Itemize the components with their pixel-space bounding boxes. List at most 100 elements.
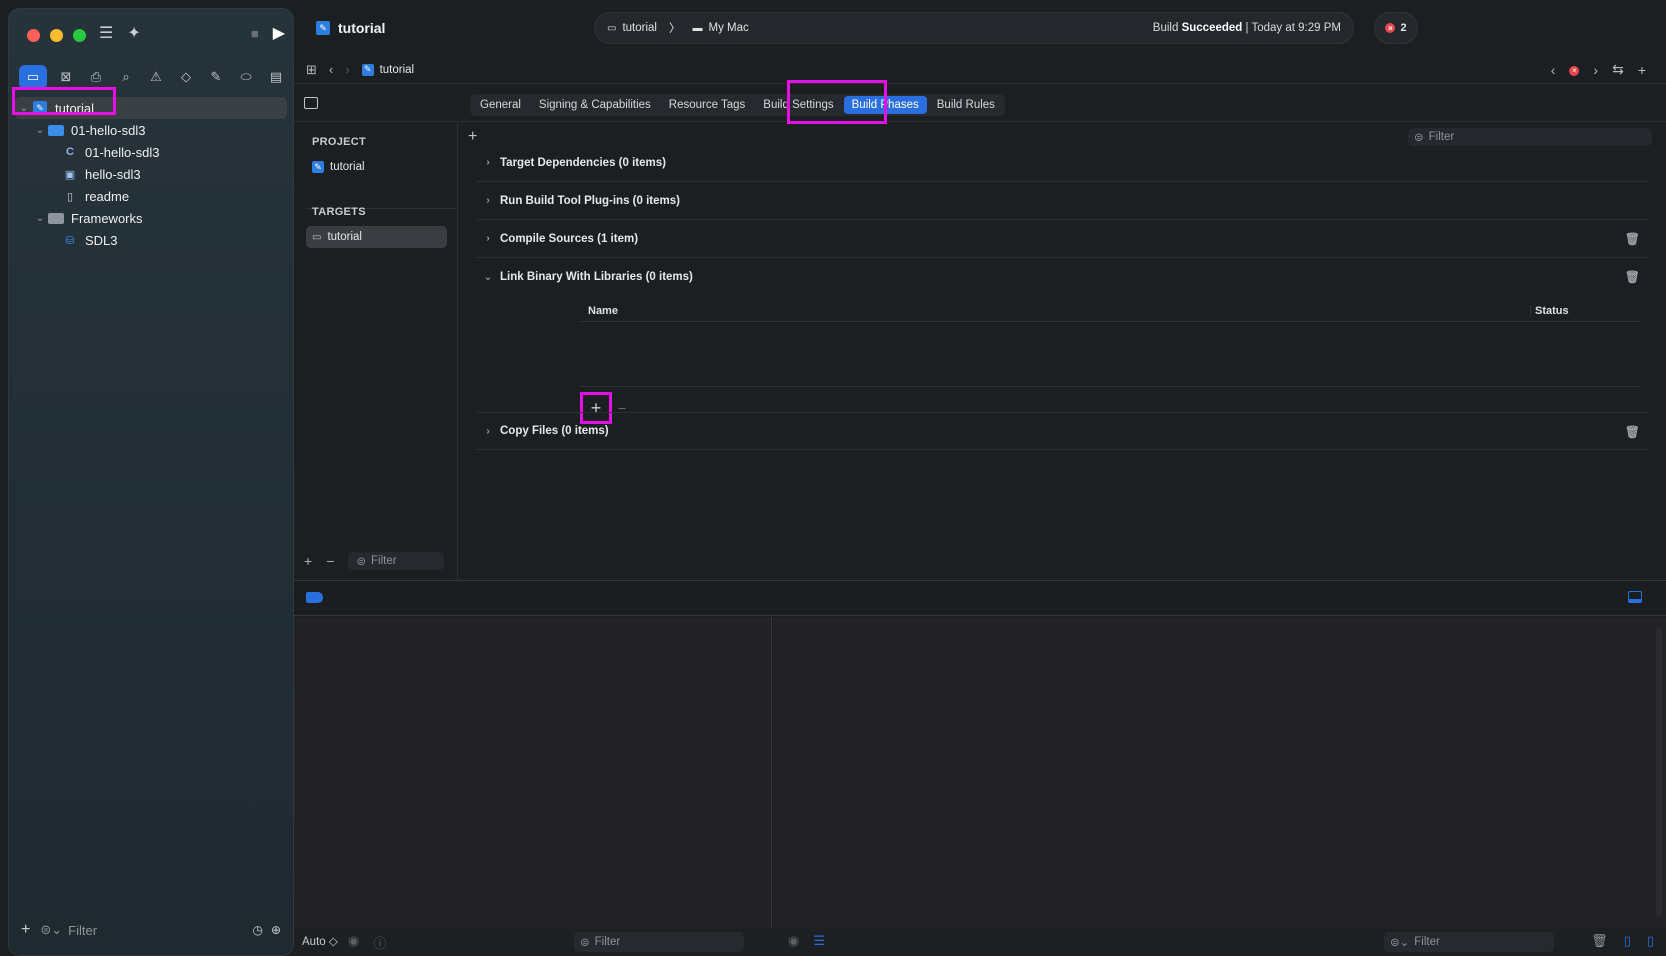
column-header-name[interactable]: Name <box>580 305 1530 317</box>
tree-item-01-hello-sdl3-source[interactable]: C 01-hello-sdl3 <box>15 141 287 163</box>
tree-item-label: 01-hello-sdl3 <box>71 122 146 138</box>
forward-icon[interactable]: › <box>345 62 349 77</box>
next-issue-icon[interactable]: › <box>1593 62 1598 78</box>
project-icon: ✎ <box>361 63 374 76</box>
issue-indicator-icon[interactable]: × <box>1569 65 1580 76</box>
minimize-window-button[interactable] <box>50 29 63 42</box>
project-navigator-icon[interactable]: ▭ <box>19 65 47 89</box>
image-icon: ▣ <box>64 168 76 181</box>
build-status-time: | Today at 9:29 PM <box>1245 22 1341 34</box>
scheme-selector[interactable]: ▭ tutorial 〉 ▬ My Mac <box>607 20 749 36</box>
trash-icon[interactable]: 🗑 <box>1625 425 1640 439</box>
run-icon[interactable]: ▶ <box>273 23 285 43</box>
related-items-icon[interactable]: ⇆ <box>1612 61 1624 78</box>
error-count: 2 <box>1400 22 1407 34</box>
tab-resource-tags[interactable]: Resource Tags <box>661 96 754 114</box>
add-target-icon[interactable]: + <box>304 553 312 569</box>
variables-scope-selector[interactable]: Auto ◇ <box>302 934 338 948</box>
build-status-result: Succeeded <box>1181 22 1243 34</box>
breakpoints-toggle-icon[interactable] <box>306 592 323 603</box>
tree-item-sdl3[interactable]: ⛁ SDL3 <box>15 229 287 251</box>
variables-filter-placeholder: Filter <box>594 936 621 948</box>
activity-status-bar: ▭ tutorial 〉 ▬ My Mac Build Succeeded | … <box>594 12 1354 44</box>
debug-navigator-icon[interactable]: ✎ <box>205 66 227 88</box>
window-title-text: tutorial <box>338 20 386 36</box>
bookmark-navigator-icon[interactable]: ⎙ <box>85 66 107 88</box>
toggle-navigator-icon[interactable]: ☰ <box>99 23 113 43</box>
phase-title: Link Binary With Libraries (0 items) <box>500 271 693 283</box>
report-navigator-icon[interactable]: ▤ <box>265 66 287 88</box>
console-filter-placeholder: Filter <box>1414 936 1440 948</box>
build-status: Build Succeeded | Today at 9:29 PM <box>1153 22 1341 34</box>
column-header-status[interactable]: Status <box>1530 304 1640 317</box>
grid-icon[interactable]: ⊞ <box>306 62 317 78</box>
tab-general[interactable]: General <box>472 96 529 114</box>
trash-icon[interactable]: 🗑 <box>1591 933 1608 949</box>
eye-icon[interactable]: ◉ <box>788 933 799 949</box>
build-phases-editor: + ⊜ Filter › Target Dependencies (0 item… <box>458 122 1666 580</box>
phase-target-dependencies[interactable]: › Target Dependencies (0 items) <box>476 144 1648 182</box>
tree-item-01-hello-sdl3-folder[interactable]: ⌄ 01-hello-sdl3 <box>15 119 287 141</box>
tree-item-frameworks[interactable]: ⌄ Frameworks <box>15 207 287 229</box>
target-item[interactable]: ▭ tutorial <box>306 226 447 248</box>
console-scrollbar[interactable] <box>1656 627 1662 917</box>
tree-item-label: 01-hello-sdl3 <box>85 144 160 160</box>
source-control-navigator-icon[interactable]: ⊠ <box>55 66 77 88</box>
remove-target-icon[interactable]: − <box>326 553 334 569</box>
sidebar-filter[interactable]: ⊜⌄ Filter <box>40 922 97 938</box>
phases-filter-placeholder: Filter <box>1428 131 1455 143</box>
show-console-icon[interactable]: ▯ <box>1647 933 1654 949</box>
sidebar-top-controls: ☰ ✦ <box>99 23 141 43</box>
breadcrumb[interactable]: ✎ tutorial <box>361 63 414 76</box>
stop-icon[interactable]: ■ <box>251 26 259 41</box>
chevron-right-icon[interactable]: › <box>476 233 500 244</box>
back-icon[interactable]: ‹ <box>329 62 333 77</box>
chevron-down-icon[interactable]: ⌄ <box>33 125 47 136</box>
chevron-right-icon[interactable]: › <box>476 157 500 168</box>
phase-copy-files[interactable]: › Copy Files (0 items) 🗑 <box>476 412 1648 450</box>
add-editor-icon[interactable]: + <box>1638 62 1646 78</box>
phase-title: Copy Files (0 items) <box>500 425 609 437</box>
tree-item-readme[interactable]: ▯ readme <box>15 185 287 207</box>
scm-filter-icon[interactable]: ⊕ <box>271 923 281 937</box>
xcode-window: ☰ ✦ ■ ▶ ▭ ⊠ ⎙ ⌕ ⚠ ◇ ✎ ⬭ ▤ ⌄ ✎ tutorial ⌄ <box>0 0 1666 956</box>
issue-navigator-icon[interactable]: ⚠ <box>145 66 167 88</box>
breakpoint-navigator-icon[interactable]: ⬭ <box>235 66 257 88</box>
project-item[interactable]: ✎ tutorial <box>306 156 447 178</box>
info-icon[interactable]: ⓘ <box>373 933 386 952</box>
phase-link-binary-with-libraries[interactable]: ⌄ Link Binary With Libraries (0 items) 🗑 <box>476 258 1648 296</box>
add-file-icon[interactable]: + <box>21 921 30 939</box>
tab-strip: General Signing & Capabilities Resource … <box>470 94 1005 116</box>
zoom-window-button[interactable] <box>73 29 86 42</box>
eye-icon[interactable]: ◉ <box>348 933 359 952</box>
hide-outline-icon[interactable] <box>304 97 318 109</box>
phase-run-build-tool-plugins[interactable]: › Run Build Tool Plug-ins (0 items) <box>476 182 1648 220</box>
tree-item-hello-sdl3[interactable]: ▣ hello-sdl3 <box>15 163 287 185</box>
tab-build-rules[interactable]: Build Rules <box>929 96 1003 114</box>
destination-name[interactable]: My Mac <box>708 22 748 34</box>
tab-signing-capabilities[interactable]: Signing & Capabilities <box>531 96 659 114</box>
terminal-app-icon: ▭ <box>312 231 322 243</box>
close-window-button[interactable] <box>27 29 40 42</box>
chevron-right-icon[interactable]: › <box>476 195 500 206</box>
project-icon: ✎ <box>316 21 330 35</box>
test-navigator-icon[interactable]: ◇ <box>175 66 197 88</box>
recent-files-icon[interactable]: ◷ <box>252 923 262 937</box>
console-filter[interactable]: ⊜⌄ Filter <box>1384 932 1554 952</box>
phase-compile-sources[interactable]: › Compile Sources (1 item) 🗑 <box>476 220 1648 258</box>
prev-issue-icon[interactable]: ‹ <box>1551 62 1556 78</box>
variables-filter[interactable]: ⊜ Filter <box>574 932 744 952</box>
chevron-down-icon[interactable]: ⌄ <box>476 272 500 283</box>
trash-icon[interactable]: 🗑 <box>1625 270 1640 284</box>
show-variables-icon[interactable]: ▯ <box>1624 933 1631 949</box>
targets-section-header: TARGETS <box>312 206 366 218</box>
trash-icon[interactable]: 🗑 <box>1625 232 1640 246</box>
console-output-icon[interactable]: ☰ <box>813 933 825 949</box>
targets-filter[interactable]: ⊜ Filter <box>348 552 445 570</box>
hide-debug-area-icon[interactable] <box>1628 591 1642 603</box>
chevron-down-icon[interactable]: ⌄ <box>33 213 47 224</box>
error-count-badge[interactable]: × 2 <box>1374 12 1418 44</box>
coding-assistant-icon[interactable]: ✦ <box>127 23 140 43</box>
find-navigator-icon[interactable]: ⌕ <box>115 66 137 88</box>
chevron-right-icon[interactable]: › <box>476 426 500 437</box>
